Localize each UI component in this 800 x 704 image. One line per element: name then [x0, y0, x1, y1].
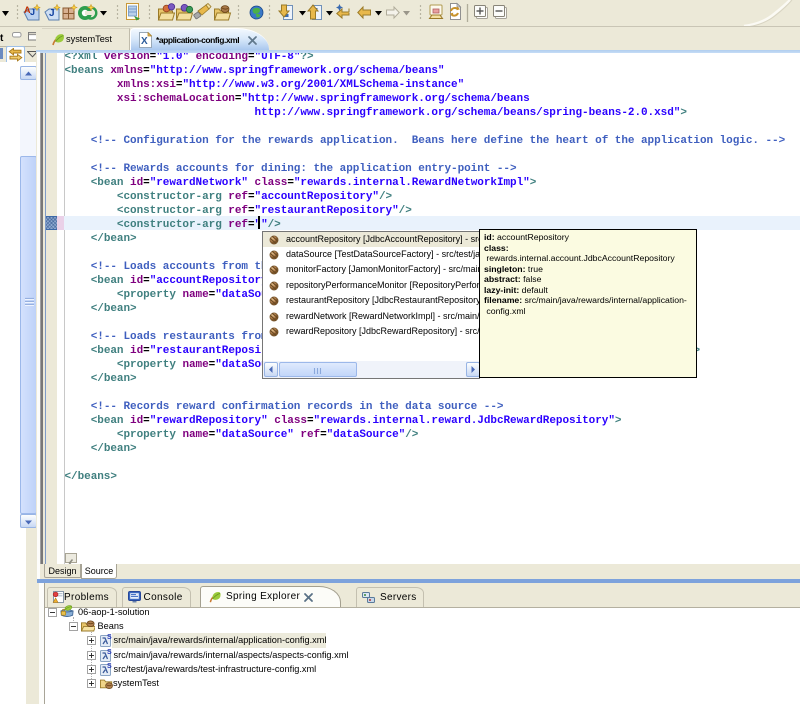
svg-text:S: S [107, 649, 112, 656]
svg-text:J: J [49, 8, 55, 19]
svg-text:S: S [107, 634, 112, 641]
svg-text:X: X [141, 36, 148, 47]
svg-text:J: J [30, 7, 35, 17]
svg-text:S: S [107, 663, 112, 670]
